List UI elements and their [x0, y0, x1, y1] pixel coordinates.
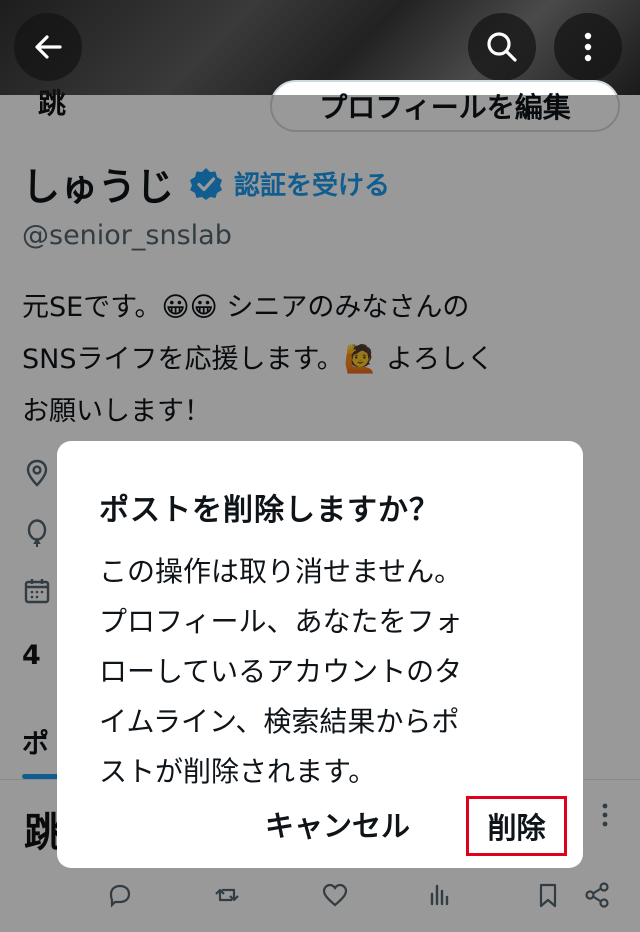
dialog-message-line: この操作は取り消せません。: [99, 555, 463, 588]
more-options-button[interactable]: [554, 13, 622, 81]
dialog-message-line: プロフィール、あなたをフォ: [99, 605, 463, 638]
search-button[interactable]: [468, 13, 536, 81]
dialog-title: ポストを削除しますか？: [99, 493, 440, 528]
dialog-message-line: ローしているアカウントのタ: [99, 655, 463, 688]
dialog-message-line: イムライン、検索結果からポ: [99, 705, 460, 738]
delete-post-dialog: ポストを削除しますか？ この操作は取り消せません。 プロフィール、あなたをフォ …: [57, 441, 583, 868]
back-button[interactable]: [14, 13, 82, 81]
search-icon: [487, 32, 517, 62]
more-vertical-icon: [584, 32, 592, 62]
dialog-message: この操作は取り消せません。 プロフィール、あなたをフォ ローしているアカウントの…: [99, 547, 539, 797]
arrow-left-icon: [35, 35, 62, 59]
dialog-message-line: ストが削除されます。: [99, 755, 377, 788]
delete-button[interactable]: 削除: [466, 796, 567, 856]
cancel-button[interactable]: キャンセル: [265, 803, 410, 845]
